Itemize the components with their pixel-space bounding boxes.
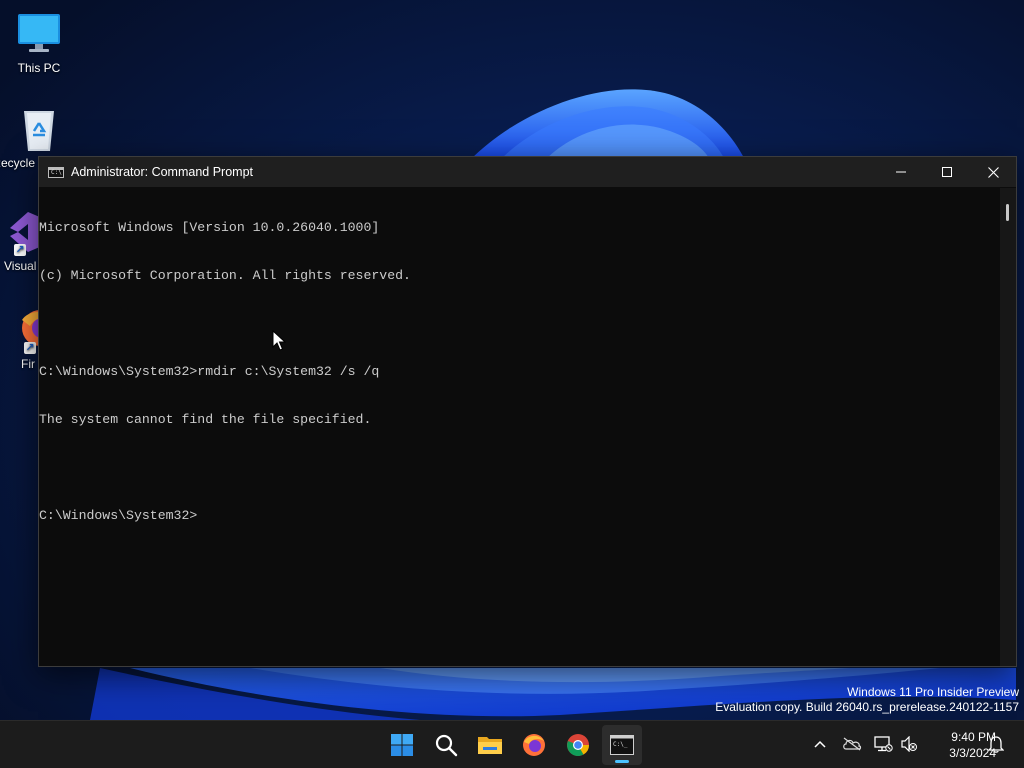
evaluation-watermark: Windows 11 Pro Insider Preview Evaluatio… [715, 685, 1019, 715]
terminal-icon: C:\_ [610, 735, 634, 755]
notifications-button[interactable] [985, 733, 1007, 755]
chrome-icon [567, 734, 589, 756]
svg-text:C:\_: C:\_ [613, 741, 628, 748]
command-prompt-taskbar-button[interactable]: C:\_ [602, 725, 642, 765]
chevron-up-icon [814, 740, 826, 748]
desktop-icon-this-pc[interactable]: This PC [1, 10, 77, 75]
maximize-icon [942, 167, 952, 177]
shortcut-arrow-icon: ↗ [14, 244, 26, 256]
search-button[interactable] [426, 725, 466, 765]
window-controls [878, 157, 1016, 187]
network-button[interactable] [872, 733, 894, 755]
cloud-off-icon [843, 737, 862, 751]
watermark-edition: Windows 11 Pro Insider Preview [847, 685, 1019, 699]
desktop-icon-label: Firefox [21, 357, 35, 371]
chrome-taskbar-button[interactable] [558, 725, 598, 765]
console-output[interactable]: Microsoft Windows [Version 10.0.26040.10… [39, 188, 1000, 666]
console-line: C:\Windows\System32>rmdir c:\System32 /s… [39, 364, 380, 379]
firefox-taskbar-button[interactable] [514, 725, 554, 765]
console-line: Microsoft Windows [Version 10.0.26040.10… [39, 220, 380, 235]
minimize-icon [896, 171, 906, 173]
folder-icon [478, 737, 502, 754]
console-line: (c) Microsoft Corporation. All rights re… [39, 268, 411, 283]
scrollbar-thumb[interactable] [1006, 204, 1009, 221]
windows-start-icon [391, 734, 413, 756]
search-icon [435, 734, 458, 757]
command-prompt-window[interactable]: C:\ Administrator: Command Prompt Micros… [38, 156, 1017, 667]
volume-button[interactable] [898, 733, 920, 755]
bell-icon [988, 736, 1004, 753]
recycle-bin-icon [15, 105, 63, 153]
volume-muted-icon [901, 736, 917, 752]
maximize-button[interactable] [924, 157, 970, 187]
shortcut-arrow-icon: ↗ [24, 342, 36, 354]
firefox-icon [523, 734, 545, 756]
console-prompt-line[interactable]: C:\Windows\System32> [39, 508, 1000, 524]
onedrive-button[interactable] [841, 733, 863, 755]
title-bar[interactable]: C:\ Administrator: Command Prompt [39, 157, 1016, 187]
this-pc-icon [15, 10, 63, 58]
vertical-scrollbar[interactable] [1000, 188, 1016, 666]
command-prompt-icon: C:\ [48, 166, 64, 178]
show-hidden-icons-button[interactable] [809, 733, 831, 755]
taskbar: C:\_ 9:40 PM 3/3/2024 [0, 720, 1024, 768]
file-explorer-button[interactable] [470, 725, 510, 765]
window-title: Administrator: Command Prompt [71, 165, 254, 179]
console-line: The system cannot find the file specifie… [39, 412, 372, 427]
start-button[interactable] [382, 725, 422, 765]
mouse-pointer-icon [272, 329, 287, 356]
minimize-button[interactable] [878, 157, 924, 187]
active-app-indicator [615, 760, 629, 763]
network-icon [874, 736, 893, 752]
desktop-icon-label: This PC [17, 61, 61, 75]
close-icon [987, 166, 999, 178]
watermark-build: Evaluation copy. Build 26040.rs_prerelea… [715, 700, 1019, 714]
close-button[interactable] [970, 157, 1016, 187]
